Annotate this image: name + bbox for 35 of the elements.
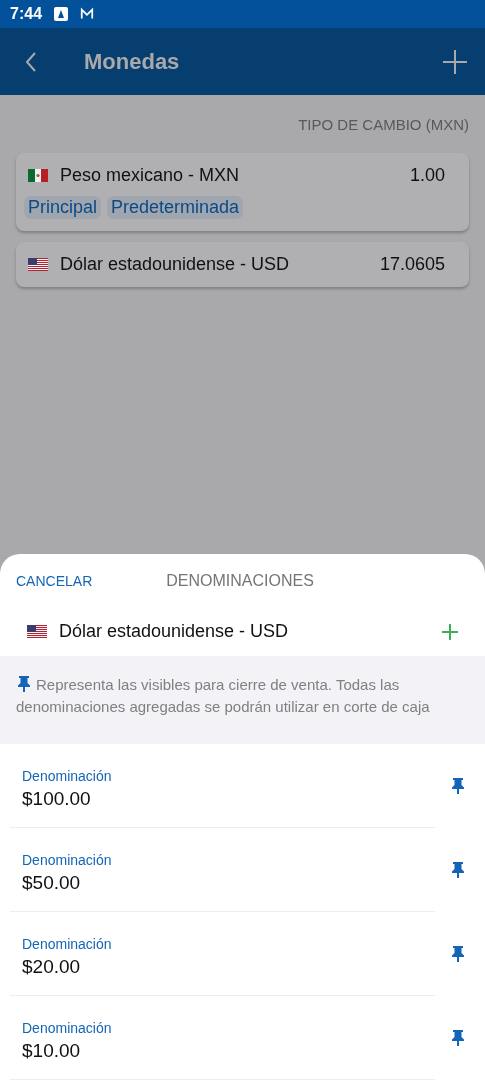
sheet-title: DENOMINACIONES [166, 571, 314, 590]
zigzag-icon [80, 7, 95, 21]
pin-icon[interactable] [451, 777, 465, 795]
column-header: TIPO DE CAMBIO (MXN) [298, 116, 469, 133]
currency-card[interactable]: Peso mexicano - MXN 1.00 Principal Predeterminada [16, 153, 469, 231]
amount-value: $20.00 [22, 956, 82, 978]
exchange-rate: 17.0605 [379, 254, 445, 275]
status-time: 7:44 [10, 5, 43, 23]
exchange-rate: 1.00 [409, 165, 445, 186]
amount-value: $10.00 [22, 1040, 82, 1062]
pin-icon [16, 675, 32, 693]
add-icon[interactable] [441, 47, 469, 76]
flag-icon [27, 625, 47, 639]
cancel-button[interactable]: CANCELAR [16, 572, 93, 589]
add-icon[interactable] [441, 622, 459, 641]
pin-icon[interactable] [451, 1029, 465, 1047]
tag: Principal [24, 196, 102, 219]
currency-card[interactable]: Dólar estadounidense - USD 17.0605 [16, 242, 469, 287]
field-label: Denominación [22, 936, 113, 952]
currency-name: Dólar estadounidense - USD [60, 254, 291, 275]
field-label: Denominación [22, 768, 113, 784]
info-text: Representa las visibles para cierre de venta. Todas las denominaciones agregadas se podrán utilizar en corte de caja [16, 674, 431, 717]
currency-name: Dólar estadounidense - USD [59, 621, 290, 643]
tag: Predeterminada [107, 196, 244, 219]
pin-icon[interactable] [451, 861, 465, 879]
currency-name: Peso mexicano - MXN [60, 165, 241, 186]
pin-icon[interactable] [451, 945, 465, 963]
screen-title: Monedas [84, 48, 181, 75]
amount-value: $100.00 [22, 788, 92, 810]
square-icon [54, 7, 69, 21]
field-label: Denominación [22, 1020, 113, 1036]
flag-icon [28, 258, 48, 271]
field-label: Denominación [22, 852, 113, 868]
flag-icon [28, 169, 48, 182]
amount-value: $50.00 [22, 872, 82, 894]
